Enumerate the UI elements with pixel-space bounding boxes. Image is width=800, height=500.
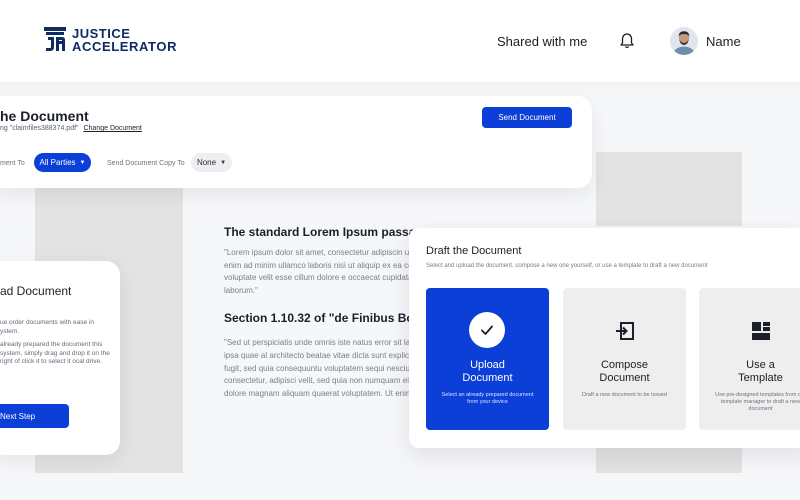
draft-document-panel: Draft the Document Select and upload the… [409, 228, 800, 448]
copy-to-label: Send Document Copy To [107, 160, 185, 167]
change-document-link[interactable]: Change Document [83, 125, 141, 132]
copy-to-dropdown[interactable]: None ▼ [191, 153, 232, 172]
app-header: JUSTICE ACCELERATOR Shared with me Name [0, 0, 800, 82]
send-document-card: he Document ng "claimfiles388374.pdf" Ch… [0, 96, 592, 188]
avatar-icon [670, 27, 698, 55]
document-preview-right-bottom [596, 446, 742, 473]
option-description: Draft a new document to be issued [582, 392, 667, 398]
caret-down-icon: ▼ [79, 159, 86, 166]
selected-file-text: ng "claimfiles388374.pdf" [0, 125, 79, 132]
template-icon [752, 322, 770, 340]
upload-card-text-2: already prepared the document this syste… [0, 341, 110, 365]
send-document-button[interactable]: Send Document [482, 107, 572, 128]
option-use-template[interactable]: Use a Template Use pre-designed template… [699, 288, 800, 430]
check-icon [469, 312, 505, 348]
logo[interactable]: JUSTICE ACCELERATOR [44, 27, 177, 53]
logo-mark-icon [44, 27, 66, 51]
logo-line-2: ACCELERATOR [72, 39, 178, 54]
document-preview-right-top [596, 152, 742, 226]
option-title: Use a Template [738, 359, 783, 384]
draft-title: Draft the Document [426, 245, 522, 257]
upload-card-title: ad Document [0, 284, 72, 298]
avatar[interactable] [670, 27, 698, 55]
caret-down-icon: ▼ [220, 159, 227, 166]
upload-card-text-1: ue order documents with ease in ystem. [0, 319, 94, 335]
send-card-subtitle: ng "claimfiles388374.pdf" Change Documen… [0, 125, 142, 132]
option-description: Use pre-designed templates from our temp… [715, 392, 800, 412]
recipient-dropdown[interactable]: All Parties ▼ [34, 153, 91, 172]
copy-to-value: None [196, 158, 217, 167]
option-compose-document[interactable]: Compose Document Draft a new document to… [563, 288, 686, 430]
user-name: Name [706, 34, 741, 49]
next-step-button[interactable]: Next Step [0, 404, 69, 428]
compose-icon [616, 322, 634, 340]
recipient-value: All Parties [39, 158, 76, 167]
bell-icon[interactable] [618, 32, 636, 50]
shared-with-me-link[interactable]: Shared with me [497, 34, 587, 49]
option-upload-document[interactable]: Upload Document Select an already prepar… [426, 288, 549, 430]
option-description: Select an already prepared document from… [441, 392, 534, 405]
option-title: Upload Document [462, 359, 513, 384]
draft-subtitle: Select and upload the document, compose … [426, 263, 708, 269]
document-to-label: ment To [0, 160, 25, 167]
upload-document-card: ad Document ue order documents with ease… [0, 261, 120, 455]
send-card-title: he Document [0, 108, 89, 124]
logo-text: JUSTICE ACCELERATOR [72, 27, 177, 53]
option-title: Compose Document [599, 359, 650, 384]
